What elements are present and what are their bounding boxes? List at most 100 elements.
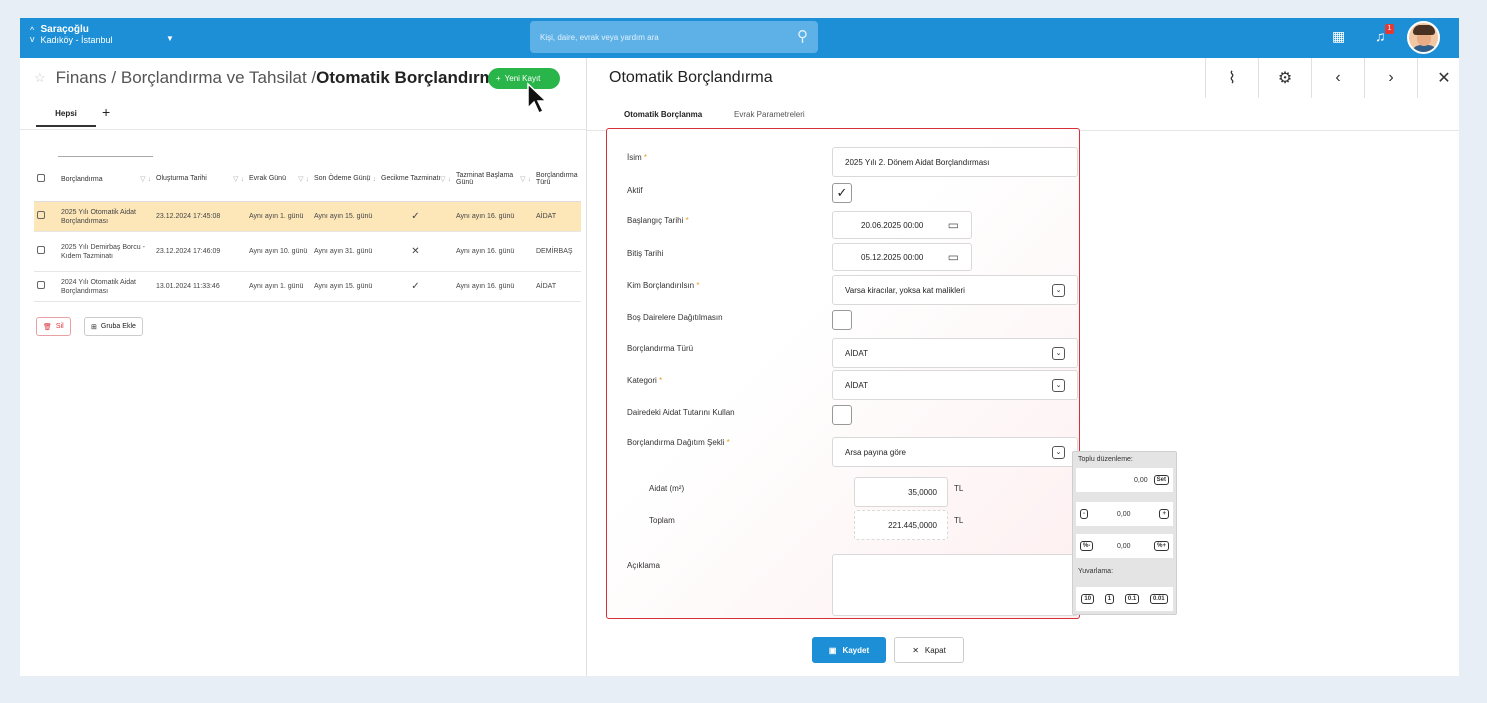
select-all-checkbox[interactable] xyxy=(37,173,45,182)
search-icon: ⚲ xyxy=(797,28,808,45)
minus-button[interactable]: - xyxy=(1080,509,1088,519)
app-window: ^ v Saraçoğlu Kadıköy - İstanbul ▼ Kişi, … xyxy=(20,18,1459,676)
aidat-field[interactable]: 35,0000 xyxy=(854,477,948,507)
name-field[interactable]: 2025 Yılı 2. Dönem Aidat Borçlandırması xyxy=(832,147,1078,177)
set-button[interactable]: Set xyxy=(1153,475,1169,485)
calendar-icon[interactable]: ▦ xyxy=(1332,28,1345,45)
empty-units-label: Boş Dairelere Dağıtılmasın xyxy=(627,313,723,322)
currency-label: TL xyxy=(954,484,964,493)
search-placeholder: Kişi, daire, evrak veya yardım ara xyxy=(540,32,659,42)
set-value[interactable]: 0,00 xyxy=(1134,477,1148,484)
table-row[interactable]: 2025 Yılı Otomatik Aidat Borçlandırması … xyxy=(34,201,581,232)
close-button[interactable]: ✕ Kapat xyxy=(894,637,964,663)
set-row: 0,00 Set xyxy=(1076,468,1173,492)
cell-type: AİDAT xyxy=(533,271,581,302)
location-sub: Kadıköy - İstanbul xyxy=(40,35,113,45)
notification-badge: 1 xyxy=(1385,24,1394,34)
active-checkbox[interactable]: ✓ xyxy=(832,183,852,203)
group-label: Gruba Ekle xyxy=(100,323,136,330)
cell-doc-day: Aynı ayın 1. günü xyxy=(246,271,311,302)
tab-auto-debit[interactable]: Otomatik Borçlanma xyxy=(624,110,703,130)
description-label: Açıklama xyxy=(627,561,660,570)
row-checkbox[interactable] xyxy=(37,246,45,254)
cell-type: AİDAT xyxy=(533,201,581,232)
detail-tabs: Otomatik Borçlanma Evrak Parametreleri xyxy=(587,98,1459,131)
cell-fee-start: Aynı ayın 16. günü xyxy=(453,271,533,302)
star-icon[interactable]: ☆ xyxy=(34,70,46,86)
page-title: Otomatik Borçlandırma xyxy=(316,68,505,87)
column-header[interactable]: Borçlandırma Türü xyxy=(533,156,581,202)
cell-due-day: Aynı ayın 15. günü xyxy=(311,201,378,232)
attach-icon[interactable]: ⌇ xyxy=(1205,58,1258,98)
table-row[interactable]: 2024 Yılı Otomatik Aidat Borçlandırması … xyxy=(34,271,581,302)
column-header[interactable]: Borçlandırma ▽ ↓ xyxy=(58,156,153,202)
calendar-icon[interactable]: ▭ xyxy=(948,250,959,264)
category-label: Kategori * xyxy=(627,376,663,385)
cell-late-fee: ✕ xyxy=(378,231,453,272)
trash-icon: 🗑 xyxy=(43,323,52,331)
tab-doc-params[interactable]: Evrak Parametreleri xyxy=(734,110,805,119)
round-0.01-button[interactable]: 0.01 xyxy=(1149,594,1168,604)
close-label: Kapat xyxy=(924,645,946,655)
close-icon[interactable]: ✕ xyxy=(1417,58,1459,98)
percent-value[interactable]: 0,00 xyxy=(1117,543,1131,550)
records-table: Borçlandırma ▽ ↓ Oluşturma Tarihi ▽ ↓ Evra… xyxy=(34,156,581,302)
distribution-select[interactable]: Arsa payına göre ⌄ xyxy=(832,437,1078,467)
avatar[interactable] xyxy=(1407,21,1440,54)
chevron-updown-icon: ^ v xyxy=(30,25,35,44)
end-date-label: Bitiş Tarihi xyxy=(627,249,664,258)
bell-icon[interactable]: ♫ xyxy=(1375,28,1386,44)
use-amount-checkbox[interactable] xyxy=(832,405,852,425)
column-header[interactable]: Son Ödeme Günü ▽ ↓ xyxy=(311,156,378,202)
row-checkbox[interactable] xyxy=(37,281,45,289)
currency-label: TL xyxy=(954,516,964,525)
type-select[interactable]: AİDAT ⌄ xyxy=(832,338,1078,368)
tab-all[interactable]: Hepsi xyxy=(36,105,96,127)
round-10-button[interactable]: 10 xyxy=(1081,594,1095,604)
row-checkbox[interactable] xyxy=(37,211,45,219)
bulk-edit-panel: Toplu düzenleme: 0,00 Set - 0,00 + %- 0,… xyxy=(1072,451,1177,615)
column-header[interactable]: Gecikme Tazminatı ▽ ↓ xyxy=(378,156,453,202)
description-textarea[interactable] xyxy=(832,554,1078,616)
cell-late-fee: ✓ xyxy=(378,201,453,232)
next-icon[interactable]: › xyxy=(1364,58,1417,98)
settings-icon[interactable]: ⚙ xyxy=(1258,58,1311,98)
group-icon: ⊞ xyxy=(91,323,97,331)
location-switcher[interactable]: ^ v Saraçoğlu Kadıköy - İstanbul ▼ xyxy=(30,24,174,46)
total-field: 221.445,0000 xyxy=(854,510,948,540)
column-header[interactable]: Evrak Günü ▽ ↓ xyxy=(246,156,311,202)
table-row[interactable]: 2025 Yılı Demirbaş Borcu - Kıdem Tazmina… xyxy=(34,231,581,272)
round-0.1-button[interactable]: 0.1 xyxy=(1124,594,1140,604)
detail-title: Otomatik Borçlandırma xyxy=(609,69,773,86)
bulk-title: Toplu düzenleme: xyxy=(1078,456,1133,463)
who-select[interactable]: Varsa kiracılar, yoksa kat malikleri ⌄ xyxy=(832,275,1078,305)
cell-name: 2025 Yılı Demirbaş Borcu - Kıdem Tazmina… xyxy=(58,231,153,272)
start-date-field[interactable]: 20.06.2025 00:00 ▭ xyxy=(832,211,972,239)
percent-minus-button[interactable]: %- xyxy=(1080,541,1094,551)
category-select[interactable]: AİDAT ⌄ xyxy=(832,370,1078,400)
cell-name: 2025 Yılı Otomatik Aidat Borçlandırması xyxy=(58,201,153,232)
plus-button[interactable]: + xyxy=(1159,509,1169,519)
add-tab-button[interactable]: + xyxy=(102,104,110,120)
cell-fee-start: Aynı ayın 16. günü xyxy=(453,201,533,232)
cell-due-day: Aynı ayın 31. günü xyxy=(311,231,378,272)
cell-type: DEMİRBAŞ xyxy=(533,231,581,272)
empty-units-checkbox[interactable] xyxy=(832,310,852,330)
search-input[interactable]: Kişi, daire, evrak veya yardım ara ⚲ xyxy=(530,21,818,53)
list-pane: ☆ Finans / Borçlandırma ve Tahsilat / Ot… xyxy=(20,58,586,676)
delete-button[interactable]: 🗑 Sil xyxy=(36,317,71,336)
calendar-icon[interactable]: ▭ xyxy=(948,218,959,232)
end-date-field[interactable]: 05.12.2025 00:00 ▭ xyxy=(832,243,972,271)
column-header[interactable]: Tazminat Başlama Günü ▽ ↓ xyxy=(453,156,533,202)
cell-late-fee: ✓ xyxy=(378,271,453,302)
previous-icon[interactable]: ‹ xyxy=(1311,58,1364,98)
percent-plus-button[interactable]: %+ xyxy=(1154,541,1169,551)
delete-label: Sil xyxy=(55,323,64,330)
breadcrumb-path[interactable]: Finans / Borçlandırma ve Tahsilat / xyxy=(56,68,316,88)
round-1-button[interactable]: 1 xyxy=(1104,594,1115,604)
add-to-group-button[interactable]: ⊞ Gruba Ekle xyxy=(84,317,143,336)
save-button[interactable]: ▣ Kaydet xyxy=(812,637,886,663)
step-value[interactable]: 0,00 xyxy=(1117,511,1131,518)
cell-doc-day: Aynı ayın 10. günü xyxy=(246,231,311,272)
column-header[interactable]: Oluşturma Tarihi ▽ ↓ xyxy=(153,156,246,202)
